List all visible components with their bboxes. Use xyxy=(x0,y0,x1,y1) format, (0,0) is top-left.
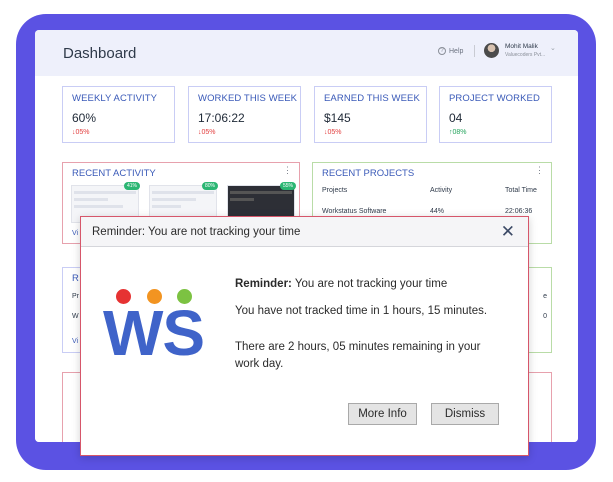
top-bar: Dashboard ? Help Mohit Malik Valuecoders… xyxy=(35,30,578,76)
project-name: Workstatus Software xyxy=(322,208,387,215)
workstatus-logo: WS xyxy=(103,289,213,379)
panel-text: Pr xyxy=(72,293,79,300)
panel-text: W xyxy=(72,313,79,320)
user-company: Valuecoders Pvt... xyxy=(505,52,546,58)
chevron-down-icon[interactable]: ⌄ xyxy=(550,44,556,52)
close-icon[interactable]: ✕ xyxy=(501,222,515,242)
stat-value: 60% xyxy=(72,111,97,125)
dialog-header: Reminder: You are not tracking your time… xyxy=(81,217,528,247)
view-all-link[interactable]: Vi xyxy=(72,230,78,237)
activity-badge: 41% xyxy=(123,182,140,190)
panel-title: R xyxy=(72,273,79,284)
more-options-icon[interactable]: ⋮ xyxy=(535,165,544,176)
stat-card-weekly-activity[interactable]: WEEKLY ACTIVITY 60% ↓05% xyxy=(62,86,175,143)
column-header: Activity xyxy=(430,187,453,194)
page-title: Dashboard xyxy=(63,45,137,62)
dialog-message-heading: Reminder: You are not tracking your time xyxy=(235,276,447,293)
stat-change-value: 05% xyxy=(201,129,216,136)
stat-change: ↑08% xyxy=(449,129,551,136)
help-icon: ? xyxy=(438,47,446,55)
stat-change: ↓05% xyxy=(324,129,426,136)
more-options-icon[interactable]: ⋮ xyxy=(283,165,292,176)
activity-badge: 80% xyxy=(201,182,218,190)
stat-value: 17:06:22 xyxy=(198,111,245,125)
stat-value: $145 xyxy=(324,111,351,125)
dismiss-button[interactable]: Dismiss xyxy=(431,403,499,425)
column-header: Total Time xyxy=(505,187,537,194)
activity-badge: 55% xyxy=(279,182,296,190)
more-info-button[interactable]: More Info xyxy=(348,403,417,425)
message-rest: You are not tracking your time xyxy=(291,278,448,290)
stat-change: ↓05% xyxy=(198,129,300,136)
project-activity: 44% xyxy=(430,208,445,215)
stat-card-earned-this-week[interactable]: EARNED THIS WEEK $145 ↓05% xyxy=(314,86,427,143)
stat-label: WEEKLY ACTIVITY xyxy=(72,93,158,104)
column-header: Projects xyxy=(322,187,348,194)
user-name: Mohit Malik xyxy=(505,43,538,50)
avatar[interactable] xyxy=(484,43,499,58)
message-bold: Reminder: xyxy=(235,278,292,290)
stat-change-value: 05% xyxy=(75,129,90,136)
dialog-message-untracked: You have not tracked time in 1 hours, 15… xyxy=(235,305,488,317)
stat-label: WORKED THIS WEEK xyxy=(198,93,298,104)
dialog-message-remaining: There are 2 hours, 05 minutes remaining … xyxy=(235,341,481,370)
divider xyxy=(474,45,475,57)
stat-label: PROJECT WORKED xyxy=(449,93,540,104)
stat-change-value: 08% xyxy=(452,129,467,136)
help-link[interactable]: ? Help xyxy=(438,47,463,55)
panel-text: 0 xyxy=(543,313,547,320)
stat-change-value: 05% xyxy=(327,129,342,136)
reminder-dialog: Reminder: You are not tracking your time… xyxy=(80,216,529,456)
project-time: 22:06:36 xyxy=(505,208,533,215)
stat-change: ↓05% xyxy=(72,129,174,136)
logo-text: WS xyxy=(103,297,205,369)
panel-text: e xyxy=(543,293,547,300)
panel-title: RECENT ACTIVITY xyxy=(72,168,156,179)
stat-label: EARNED THIS WEEK xyxy=(324,93,420,104)
help-label: Help xyxy=(449,47,464,55)
panel-title: RECENT PROJECTS xyxy=(322,168,415,179)
view-all-link[interactable]: Vi xyxy=(72,338,78,345)
stat-card-worked-this-week[interactable]: WORKED THIS WEEK 17:06:22 ↓05% xyxy=(188,86,301,143)
dialog-title: Reminder: You are not tracking your time xyxy=(92,226,301,238)
stat-value: 04 xyxy=(449,111,463,125)
stat-card-project-worked[interactable]: PROJECT WORKED 04 ↑08% xyxy=(439,86,552,143)
